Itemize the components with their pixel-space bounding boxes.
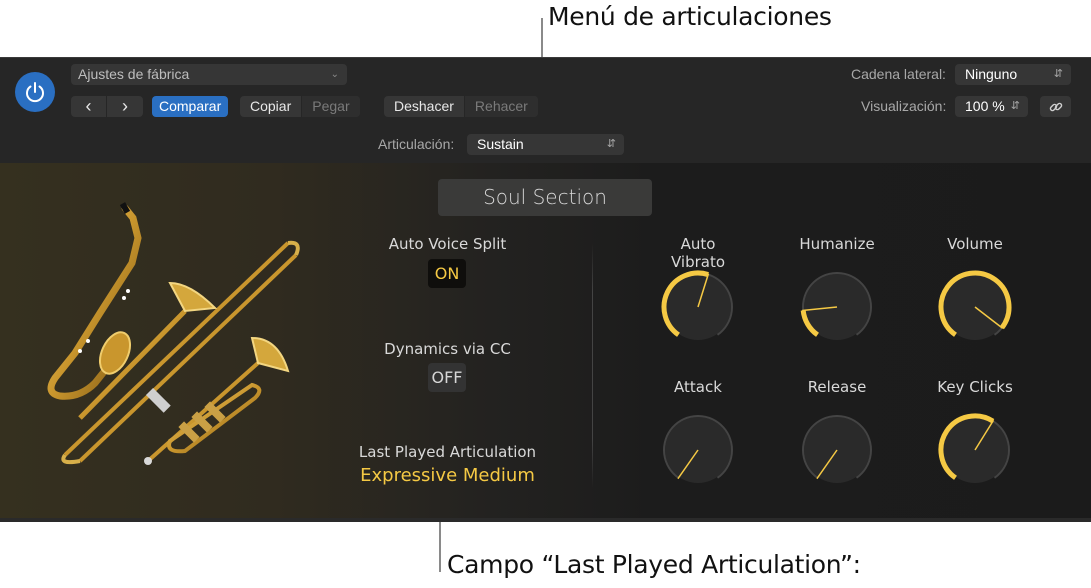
auto-vibrato-label: Auto Vibrato [670,235,726,271]
compare-button[interactable]: Comparar [152,96,229,117]
view-zoom-menu[interactable]: 100 % ⇵ [955,96,1028,117]
release-knob-control: Release [792,378,882,488]
auto-vibrato-knob-control: Auto Vibrato [653,235,743,345]
saxophone-icon [47,202,142,400]
articulation-value: Sustain [477,136,524,152]
key-clicks-knob-control: Key Clicks [930,378,1020,488]
next-preset-button[interactable]: › [107,96,143,117]
brass-instruments-image [47,202,300,465]
dynamics-via-cc-label: Dynamics via CC [384,340,511,358]
attack-label: Attack [674,378,722,396]
sidechain-menu[interactable]: Ninguno ⇵ [955,64,1071,85]
preset-nav-group: ‹ › [71,96,143,117]
volume-knob-control: Volume [930,235,1020,345]
articulation-menu[interactable]: Sustain ⇵ [467,134,624,155]
paste-button[interactable]: Pegar [302,96,360,117]
copy-paste-group: Copiar Pegar [240,96,360,117]
auto-voice-split-toggle[interactable]: ON [428,259,466,288]
release-knob[interactable] [799,412,875,488]
release-label: Release [807,378,867,396]
instrument-title: Soul Section [438,179,652,216]
copy-button[interactable]: Copiar [240,96,303,117]
panel-bottom-edge [0,518,1091,522]
view-zoom-value: 100 % [965,98,1005,114]
humanize-knob-control: Humanize [792,235,882,345]
key-clicks-knob[interactable] [937,412,1013,488]
attack-knob[interactable] [660,412,736,488]
section-divider [592,243,593,488]
updown-arrows-icon: ⇵ [606,138,616,150]
key-clicks-label: Key Clicks [937,378,1013,396]
power-button[interactable] [15,72,55,112]
instrument-panel: Soul Section Auto Voice Split ON Dynamic… [0,163,1091,522]
undo-redo-group: Deshacer Rehacer [384,96,538,117]
power-icon [26,82,44,103]
volume-label: Volume [947,235,1003,253]
auto-vibrato-knob[interactable] [660,269,736,345]
link-icon [1049,102,1062,111]
sidechain-value: Ninguno [965,66,1018,82]
auto-voice-split-label: Auto Voice Split [388,235,507,253]
previous-preset-button[interactable]: ‹ [71,96,107,117]
link-button[interactable] [1040,96,1071,117]
attack-knob-control: Attack [653,378,743,488]
humanize-knob[interactable] [799,269,875,345]
articulation-label: Articulación: [378,136,455,152]
last-played-articulation-label: Last Played Articulation [358,443,537,461]
last-played-articulation-value: Expressive Medium [360,465,535,486]
preset-menu[interactable]: Ajustes de fábrica ⌄ [71,64,347,85]
view-label: Visualización: [861,98,947,114]
plugin-window: Ajustes de fábrica ⌄ ‹ › Comparar Copiar… [0,57,1091,522]
plugin-header: Ajustes de fábrica ⌄ ‹ › Comparar Copiar… [0,57,1091,163]
undo-button[interactable]: Deshacer [384,96,465,117]
updown-arrows-icon: ⇵ [1053,68,1063,80]
humanize-label: Humanize [799,235,875,253]
redo-button[interactable]: Rehacer [464,96,538,117]
callout-last-played-field: Campo “Last Played Articulation”: [447,550,861,579]
volume-knob[interactable] [937,269,1013,345]
dynamics-via-cc-toggle[interactable]: OFF [428,363,466,392]
chevron-down-icon: ⌄ [330,69,339,80]
updown-arrows-icon: ⇵ [1010,100,1020,112]
callout-articulation-menu: Menú de articulaciones [548,2,832,31]
sidechain-label: Cadena lateral: [851,66,946,82]
preset-name: Ajustes de fábrica [78,66,190,82]
